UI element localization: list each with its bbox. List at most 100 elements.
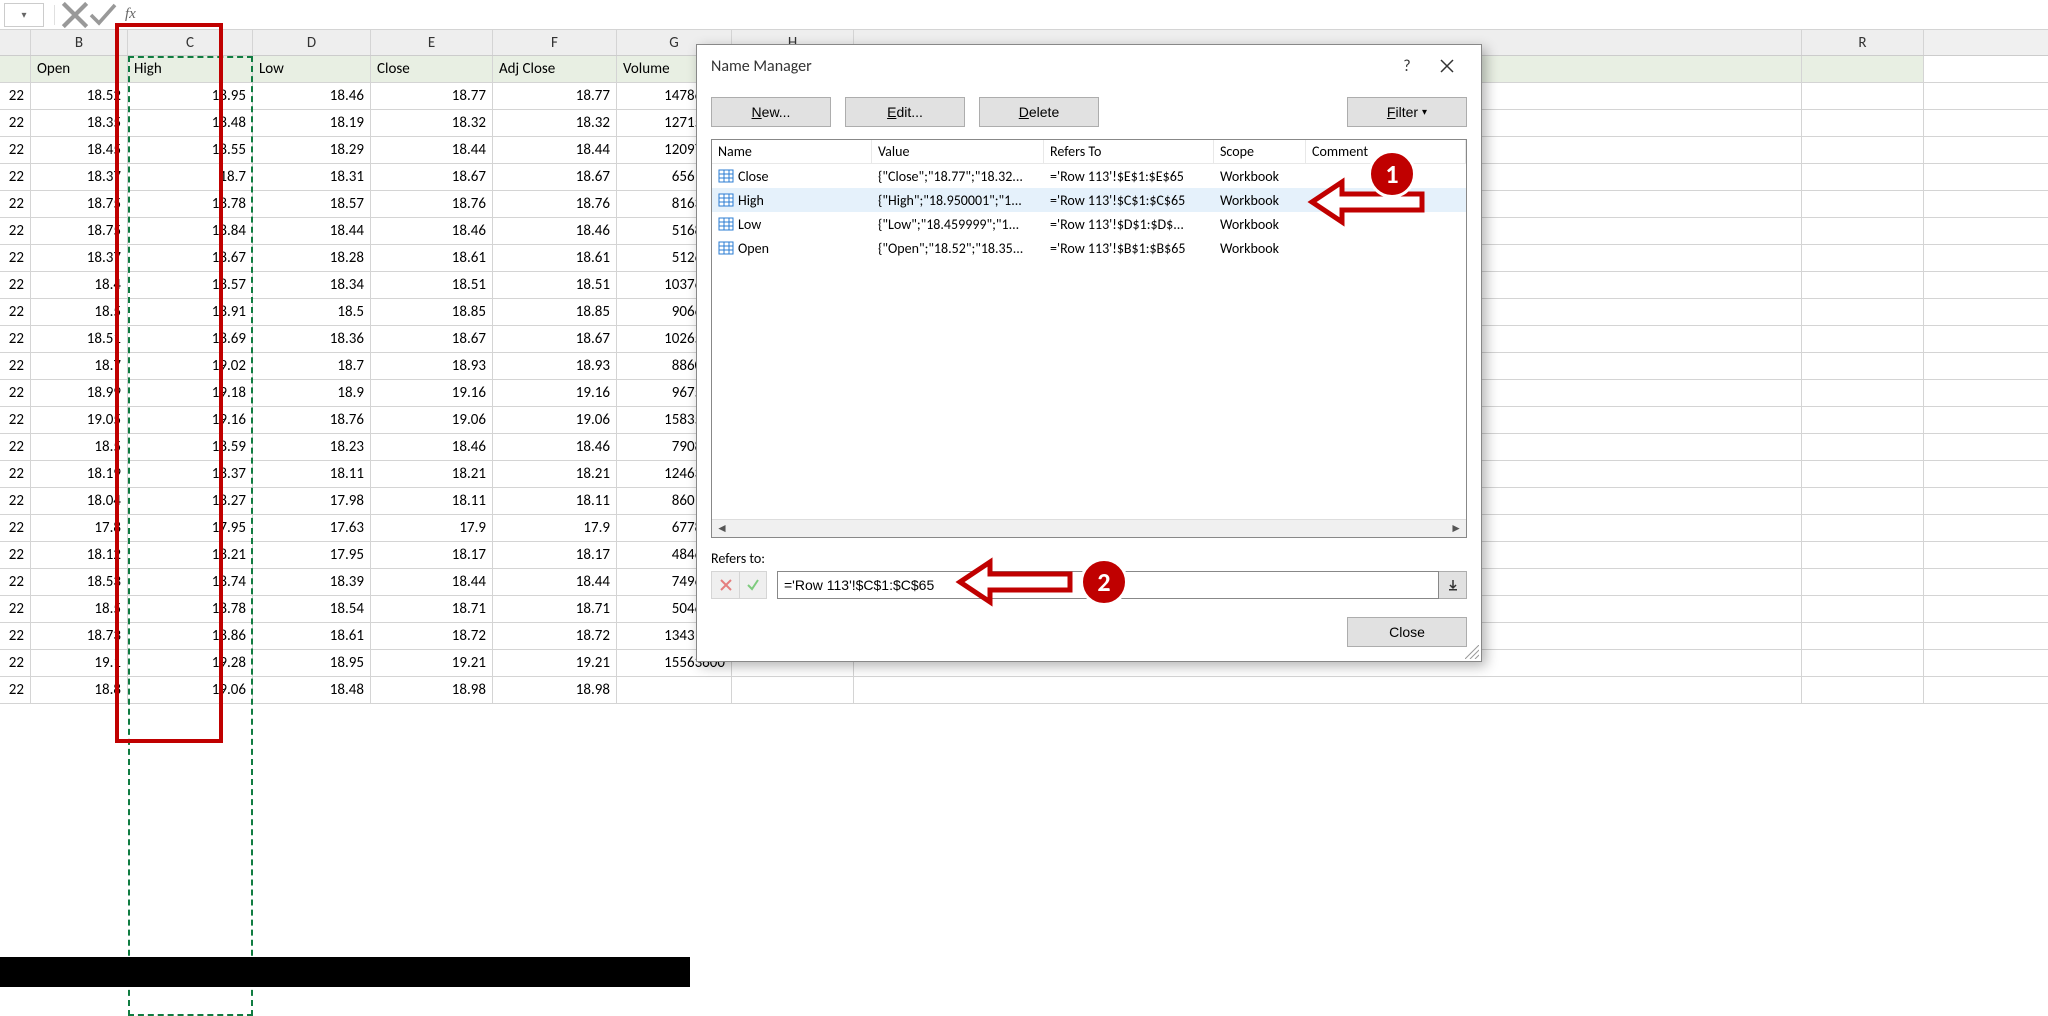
cell[interactable]: 18.44 [493,137,617,163]
cell[interactable]: 18.44 [371,569,493,595]
cell[interactable]: 18.44 [253,218,371,244]
cell[interactable]: 22 [0,596,31,622]
cell[interactable]: 18.37 [31,245,128,271]
cell[interactable]: 18.86 [128,623,253,649]
cell[interactable]: 18.61 [493,245,617,271]
cell[interactable]: 19.18 [128,380,253,406]
cell[interactable]: 22 [0,218,31,244]
cell[interactable]: 17.8 [31,515,128,541]
cell[interactable]: 18.93 [493,353,617,379]
cell[interactable]: 22 [0,164,31,190]
cell[interactable]: 19.06 [128,677,253,703]
cell[interactable]: 18.67 [371,326,493,352]
cell[interactable]: 18.5 [31,596,128,622]
cell[interactable]: 18.77 [493,83,617,109]
cell[interactable]: 22 [0,542,31,568]
cell[interactable]: 18.23 [253,434,371,460]
cell[interactable] [1802,407,1924,433]
cell[interactable]: 19.28 [128,650,253,676]
cell[interactable]: 18.71 [371,596,493,622]
cell[interactable]: 18.95 [128,83,253,109]
cell[interactable]: 18.54 [253,596,371,622]
col-header-D[interactable]: D [253,30,371,55]
cell[interactable]: 18.72 [493,623,617,649]
cell[interactable] [1802,218,1924,244]
cell[interactable]: 22 [0,407,31,433]
cell[interactable]: 18.76 [371,191,493,217]
cell[interactable] [1802,56,1924,82]
cell[interactable]: 18.5 [253,299,371,325]
resize-grip[interactable] [1465,645,1479,659]
cell[interactable]: 22 [0,623,31,649]
cell[interactable]: 18.31 [253,164,371,190]
cell[interactable]: 19.16 [371,380,493,406]
cell[interactable]: 18.51 [31,326,128,352]
cell[interactable]: 18.37 [128,461,253,487]
cell[interactable]: 18.61 [253,623,371,649]
cell[interactable]: 18.8 [31,677,128,703]
cell[interactable]: High [128,56,253,82]
cell[interactable]: 18.45 [31,137,128,163]
refers-accept-button[interactable] [739,571,767,599]
cell[interactable]: 18.75 [31,218,128,244]
cell[interactable]: 18.74 [128,569,253,595]
cell[interactable]: 18.91 [128,299,253,325]
help-button[interactable]: ? [1387,46,1427,86]
cell[interactable]: 18.76 [253,407,371,433]
cell[interactable]: Low [253,56,371,82]
cell[interactable] [1802,596,1924,622]
cell[interactable]: 18.37 [31,164,128,190]
cell[interactable]: 17.95 [128,515,253,541]
col-header-C[interactable]: C [128,30,253,55]
cancel-formula-button[interactable] [61,3,89,27]
cell[interactable]: 19.05 [31,407,128,433]
cell[interactable]: 18.19 [31,461,128,487]
cell[interactable]: 22 [0,326,31,352]
cell[interactable]: 22 [0,677,31,703]
cell[interactable]: 18.57 [128,272,253,298]
cell[interactable]: 18.51 [493,272,617,298]
cell[interactable]: 19.21 [493,650,617,676]
list-item[interactable]: High{"High";"18.950001";"1...='Row 113'!… [712,188,1466,212]
cell[interactable]: 18.67 [128,245,253,271]
cell[interactable]: 18.11 [371,488,493,514]
cell[interactable]: 19.1 [31,650,128,676]
cell[interactable]: 18.69 [128,326,253,352]
cell[interactable]: 18.17 [493,542,617,568]
close-icon[interactable] [1427,46,1467,86]
cell[interactable]: 18.53 [31,569,128,595]
cell[interactable] [1802,461,1924,487]
cell[interactable] [1802,272,1924,298]
cell[interactable]: 18.32 [493,110,617,136]
refers-cancel-button[interactable] [711,571,739,599]
cell[interactable]: 18.21 [371,461,493,487]
cell[interactable] [1802,191,1924,217]
col-comment[interactable]: Comment [1306,140,1466,163]
cell[interactable]: Adj Close [493,56,617,82]
filter-button[interactable]: Filter▾ [1347,97,1467,127]
cell[interactable]: 18.59 [128,434,253,460]
cell[interactable]: 18.98 [371,677,493,703]
cell[interactable]: 18.93 [371,353,493,379]
cell[interactable]: 18.51 [371,272,493,298]
col-header-R[interactable]: R [1802,30,1924,55]
cell[interactable] [1802,245,1924,271]
cell[interactable]: 18.32 [371,110,493,136]
list-item[interactable]: Open{"Open";"18.52";"18.35...='Row 113'!… [712,236,1466,260]
cell[interactable]: 17.9 [493,515,617,541]
cell[interactable]: 18.21 [128,542,253,568]
cell[interactable]: 18.76 [493,191,617,217]
cell[interactable]: 22 [0,569,31,595]
cell[interactable]: 22 [0,137,31,163]
cell[interactable]: 22 [0,353,31,379]
cell[interactable]: Open [31,56,128,82]
cell[interactable]: 18.85 [371,299,493,325]
cell[interactable]: 19.16 [128,407,253,433]
cell[interactable]: 22 [0,461,31,487]
cell[interactable]: 18.55 [128,137,253,163]
cell[interactable]: 18.73 [31,623,128,649]
cell[interactable]: 18.27 [128,488,253,514]
cell[interactable] [1802,380,1924,406]
cell[interactable]: 18.7 [128,164,253,190]
cell[interactable]: 18.46 [253,83,371,109]
